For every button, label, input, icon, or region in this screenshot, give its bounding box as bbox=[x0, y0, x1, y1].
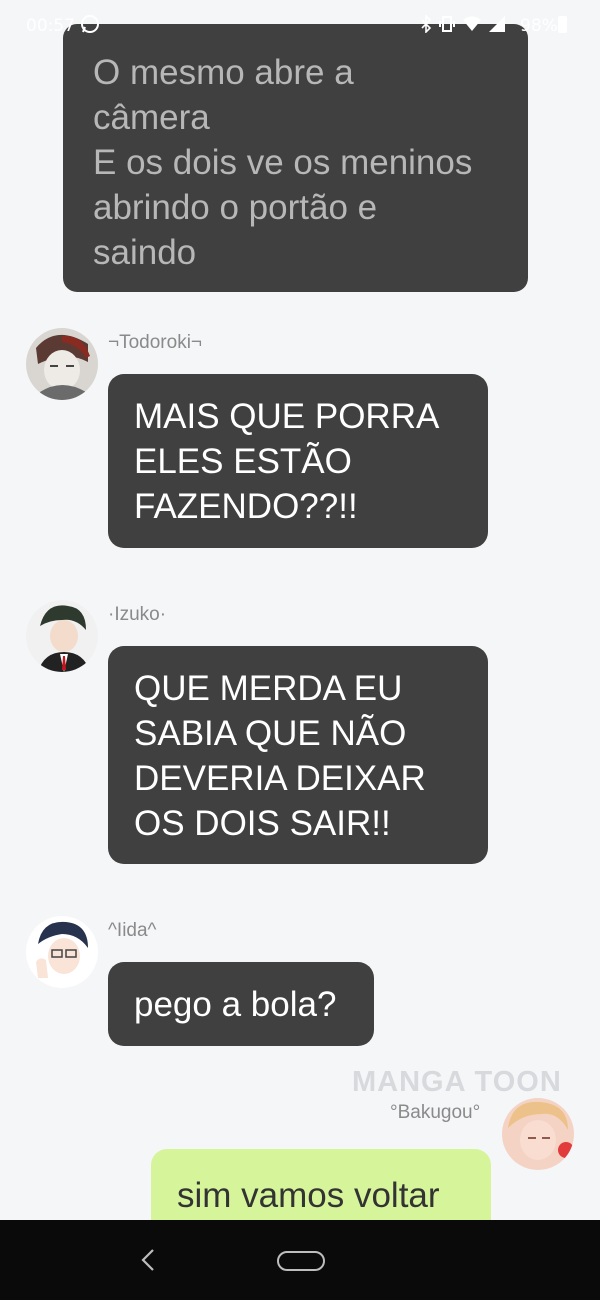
sender-name: ^Iida^ bbox=[108, 920, 157, 941]
message-text: MAIS QUE PORRA ELES ESTÃO FAZENDO??!! bbox=[134, 397, 440, 526]
message-text: sim vamos voltar bbox=[177, 1176, 440, 1215]
message-bubble: MAIS QUE PORRA ELES ESTÃO FAZENDO??!! bbox=[108, 374, 488, 548]
status-icons bbox=[420, 15, 506, 33]
sender-name: ¬Todoroki¬ bbox=[108, 332, 203, 353]
whatsapp-icon bbox=[81, 15, 99, 33]
back-icon[interactable] bbox=[138, 1247, 158, 1273]
navigation-bar bbox=[0, 1220, 600, 1300]
sender-name: ·Izuko· bbox=[108, 604, 167, 625]
message-text: QUE MERDA EU SABIA QUE NÃO DEVERIA DEIXA… bbox=[134, 669, 426, 843]
battery-percent: 98% bbox=[520, 16, 558, 36]
sender-name: °Bakugou° bbox=[390, 1102, 481, 1123]
status-time: 00:57 bbox=[26, 16, 75, 36]
bluetooth-icon bbox=[421, 15, 432, 33]
wifi-icon bbox=[463, 16, 481, 31]
message-text: pego a bola? bbox=[134, 985, 337, 1024]
vibrate-icon bbox=[439, 16, 455, 32]
battery-icon bbox=[558, 16, 567, 33]
message-bubble: pego a bola? bbox=[108, 962, 374, 1046]
bakugou-avatar[interactable] bbox=[502, 1098, 574, 1170]
narration-bubble: O mesmo abre a câmera E os dois ve os me… bbox=[63, 24, 528, 292]
signal-icon bbox=[489, 16, 505, 32]
watermark: MANGA TOON bbox=[352, 1066, 562, 1098]
todoroki-avatar[interactable] bbox=[26, 328, 98, 400]
iida-avatar[interactable] bbox=[26, 916, 98, 988]
izuku-avatar[interactable] bbox=[26, 600, 98, 672]
home-icon[interactable] bbox=[277, 1251, 325, 1271]
message-bubble: QUE MERDA EU SABIA QUE NÃO DEVERIA DEIXA… bbox=[108, 646, 488, 864]
status-bar: 00:57 98% bbox=[0, 0, 600, 52]
